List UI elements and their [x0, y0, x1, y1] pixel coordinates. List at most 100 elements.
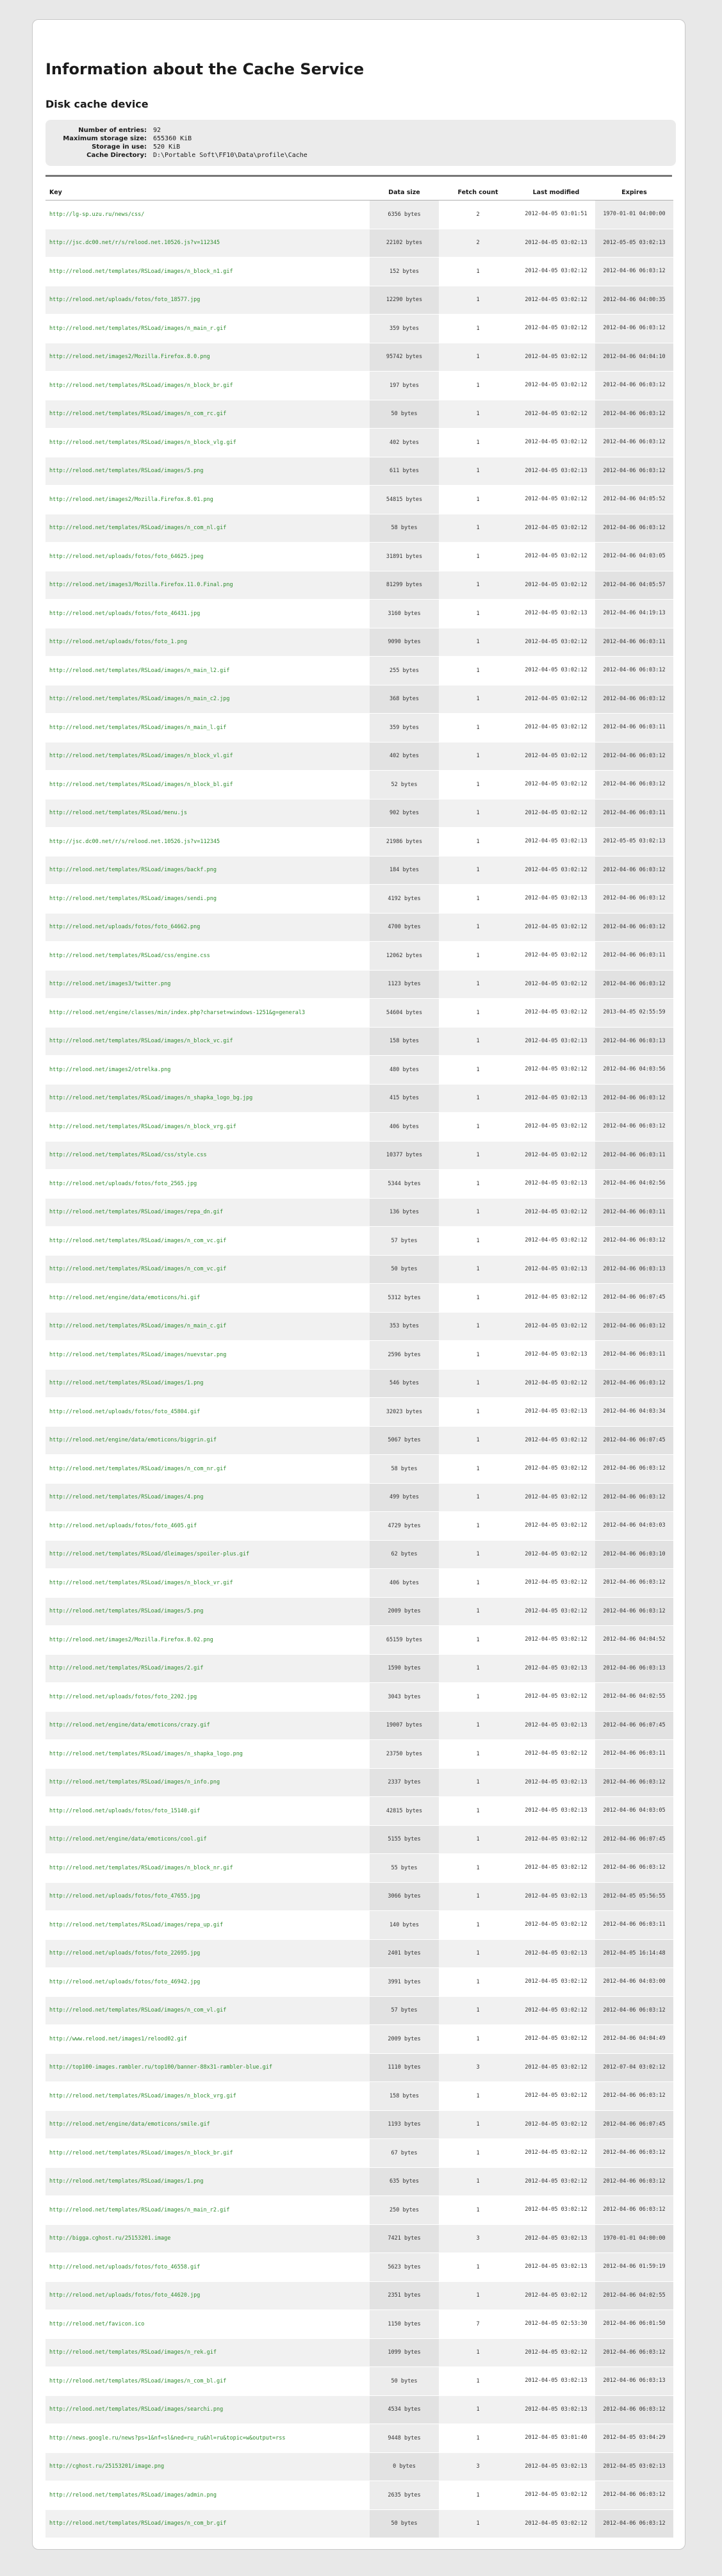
- table-row: http://relood.net/uploads/fotos/foto_446…: [45, 2281, 673, 2310]
- entry-key-link[interactable]: http://relood.net/templates/RSLoad/image…: [49, 268, 233, 275]
- entry-key-link[interactable]: http://relood.net/templates/RSLoad/image…: [49, 1608, 204, 1614]
- entry-key-link[interactable]: http://relood.net/templates/RSLoad/image…: [49, 725, 226, 731]
- entry-key-link[interactable]: http://relood.net/templates/RSLoad/menu.…: [49, 810, 187, 816]
- entry-key-link[interactable]: http://relood.net/templates/RSLoad/image…: [49, 1751, 243, 1757]
- entry-key-link[interactable]: http://relood.net/templates/RSLoad/image…: [49, 668, 229, 674]
- entry-key-link[interactable]: http://relood.net/uploads/fotos/foto_460…: [49, 1523, 197, 1529]
- entry-key-link[interactable]: http://relood.net/templates/RSLoad/image…: [49, 782, 233, 788]
- entry-key-link[interactable]: http://jsc.dc00.net/r/s/relood.net.10526…: [49, 839, 220, 845]
- entry-key-link[interactable]: http://relood.net/uploads/fotos/foto_458…: [49, 1409, 200, 1415]
- entry-key-link[interactable]: http://relood.net/templates/RSLoad/image…: [49, 1665, 204, 1671]
- entry-key-link[interactable]: http://relood.net/templates/RSLoad/image…: [49, 1095, 252, 1101]
- entry-key-link[interactable]: http://relood.net/templates/RSLoad/image…: [49, 2093, 236, 2099]
- entry-key-link[interactable]: http://relood.net/templates/RSLoad/image…: [49, 2007, 226, 2014]
- entry-key-link[interactable]: http://relood.net/templates/RSLoad/image…: [49, 2207, 229, 2213]
- entry-last-modified: 2012-04-05 03:02:12: [517, 371, 595, 400]
- entry-key-link[interactable]: http://relood.net/templates/RSLoad/image…: [49, 411, 226, 417]
- entry-key-cell: http://relood.net/templates/RSLoad/image…: [45, 1654, 370, 1683]
- entry-key-link[interactable]: http://relood.net/images2/Mozilla.Firefo…: [49, 1637, 213, 1643]
- entry-expires: 2012-04-06 06:03:12: [595, 770, 673, 800]
- entry-key-link[interactable]: http://relood.net/templates/RSLoad/css/s…: [49, 1152, 207, 1158]
- entry-key-link[interactable]: http://relood.net/templates/RSLoad/image…: [49, 1466, 226, 1472]
- entry-key-link[interactable]: http://relood.net/uploads/fotos/foto_465…: [49, 2264, 200, 2270]
- entry-key-link[interactable]: http://relood.net/uploads/fotos/foto_220…: [49, 1694, 197, 1700]
- entry-key-link[interactable]: http://relood.net/templates/RSLoad/image…: [49, 1209, 223, 1215]
- entry-key-link[interactable]: http://relood.net/uploads/fotos/foto_256…: [49, 1181, 197, 1187]
- entry-key-link[interactable]: http://relood.net/templates/RSLoad/image…: [49, 468, 204, 474]
- entry-key-link[interactable]: http://cghost.ru/25153201/image.png: [49, 2463, 164, 2470]
- entry-key-link[interactable]: http://top100-images.rambler.ru/top100/b…: [49, 2064, 272, 2071]
- entry-fetch-count: 1: [439, 400, 517, 429]
- entry-key-link[interactable]: http://relood.net/templates/RSLoad/image…: [49, 2178, 204, 2185]
- table-row: http://relood.net/templates/RSLoad/image…: [45, 656, 673, 685]
- entry-size: 611 bytes: [370, 457, 439, 486]
- entry-key-link[interactable]: http://relood.net/templates/RSLoad/image…: [49, 1323, 226, 1329]
- entry-key-link[interactable]: http://relood.net/images2/Mozilla.Firefo…: [49, 354, 210, 360]
- entry-key-link[interactable]: http://relood.net/templates/RSLoad/image…: [49, 382, 233, 389]
- entry-key-link[interactable]: http://bigga.cghost.ru/25153201.image: [49, 2235, 170, 2242]
- entry-key-link[interactable]: http://relood.net/templates/RSLoad/image…: [49, 1038, 233, 1044]
- entry-key-link[interactable]: http://relood.net/templates/RSLoad/image…: [49, 1779, 220, 1785]
- entry-key-link[interactable]: http://relood.net/templates/RSLoad/dleim…: [49, 1551, 249, 1557]
- entry-key-link[interactable]: http://relood.net/uploads/fotos/foto_646…: [49, 554, 204, 560]
- entry-key-link[interactable]: http://relood.net/uploads/fotos/foto_476…: [49, 1893, 200, 1899]
- entry-key-link[interactable]: http://relood.net/templates/RSLoad/image…: [49, 1124, 236, 1130]
- entry-key-link[interactable]: http://relood.net/uploads/fotos/foto_1.p…: [49, 639, 187, 645]
- entry-key-link[interactable]: http://news.google.ru/news?ps=1&nf=sl&ne…: [49, 2435, 285, 2441]
- entry-key-cell: http://relood.net/templates/RSLoad/dleim…: [45, 1540, 370, 1569]
- col-header-size: Data size: [370, 185, 439, 201]
- entry-key-link[interactable]: http://relood.net/engine/data/emoticons/…: [49, 1295, 200, 1301]
- entry-key-link[interactable]: http://relood.net/templates/RSLoad/image…: [49, 867, 217, 873]
- entry-key-link[interactable]: http://relood.net/templates/RSLoad/image…: [49, 1922, 223, 1928]
- entry-size: 1590 bytes: [370, 1654, 439, 1683]
- entry-expires: 2012-04-06 06:03:12: [595, 2081, 673, 2111]
- entry-key-link[interactable]: http://relood.net/uploads/fotos/foto_185…: [49, 297, 200, 303]
- entry-key-link[interactable]: http://relood.net/templates/RSLoad/image…: [49, 325, 226, 332]
- entry-key-link[interactable]: http://relood.net/images3/twitter.png: [49, 981, 170, 987]
- entry-key-link[interactable]: http://relood.net/templates/RSLoad/image…: [49, 896, 217, 902]
- entry-key-link[interactable]: http://relood.net/templates/RSLoad/image…: [49, 1494, 204, 1500]
- entry-key-link[interactable]: http://relood.net/templates/RSLoad/image…: [49, 2520, 226, 2527]
- entry-key-link[interactable]: http://relood.net/templates/RSLoad/image…: [49, 1380, 204, 1386]
- entry-key-link[interactable]: http://relood.net/uploads/fotos/foto_646…: [49, 924, 200, 930]
- entry-key-link[interactable]: http://relood.net/templates/RSLoad/css/e…: [49, 953, 210, 959]
- entry-key-link[interactable]: http://relood.net/templates/RSLoad/image…: [49, 2406, 223, 2413]
- entry-key-link[interactable]: http://jsc.dc00.net/r/s/relood.net.10526…: [49, 240, 220, 246]
- entry-key-link[interactable]: http://relood.net/templates/RSLoad/image…: [49, 1352, 226, 1358]
- entry-key-link[interactable]: http://relood.net/templates/RSLoad/image…: [49, 2492, 217, 2498]
- entry-key-link[interactable]: http://relood.net/engine/data/emoticons/…: [49, 2121, 210, 2128]
- entry-key-link[interactable]: http://relood.net/templates/RSLoad/image…: [49, 439, 236, 446]
- entry-key-link[interactable]: http://relood.net/templates/RSLoad/image…: [49, 1865, 233, 1871]
- entry-key-link[interactable]: http://lg-sp.uzu.ru/news/css/: [49, 211, 144, 218]
- entry-key-link[interactable]: http://relood.net/templates/RSLoad/image…: [49, 696, 229, 702]
- entry-key-link[interactable]: http://relood.net/templates/RSLoad/image…: [49, 2150, 233, 2156]
- entry-key-link[interactable]: http://relood.net/uploads/fotos/foto_464…: [49, 611, 200, 617]
- entry-key-link[interactable]: http://relood.net/engine/classes/min/ind…: [49, 1010, 305, 1016]
- entry-key-link[interactable]: http://relood.net/images3/Mozilla.Firefo…: [49, 582, 233, 588]
- entry-key-link[interactable]: http://relood.net/engine/data/emoticons/…: [49, 1722, 210, 1728]
- entry-expires: 2012-04-06 04:02:55: [595, 1682, 673, 1712]
- entry-last-modified: 2012-04-05 03:02:12: [517, 2024, 595, 2054]
- entry-key-link[interactable]: http://www.relood.net/images1/relood02.g…: [49, 2036, 187, 2042]
- entry-last-modified: 2012-04-05 03:02:12: [517, 628, 595, 657]
- entry-key-link[interactable]: http://relood.net/images2/otrelka.png: [49, 1067, 170, 1073]
- entry-size: 21986 bytes: [370, 827, 439, 857]
- entry-key-link[interactable]: http://relood.net/engine/data/emoticons/…: [49, 1437, 217, 1443]
- entry-key-link[interactable]: http://relood.net/templates/RSLoad/image…: [49, 1238, 226, 1244]
- entry-key-link[interactable]: http://relood.net/templates/RSLoad/image…: [49, 753, 233, 759]
- entry-key-cell: http://relood.net/uploads/fotos/foto_465…: [45, 2252, 370, 2282]
- entry-key-link[interactable]: http://relood.net/images2/Mozilla.Firefo…: [49, 496, 213, 503]
- entry-key-link[interactable]: http://relood.net/favicon.ico: [49, 2321, 144, 2327]
- entry-key-link[interactable]: http://relood.net/templates/RSLoad/image…: [49, 1580, 233, 1586]
- entry-key-link[interactable]: http://relood.net/templates/RSLoad/image…: [49, 2349, 217, 2356]
- entry-key-link[interactable]: http://relood.net/templates/RSLoad/image…: [49, 525, 226, 531]
- entry-fetch-count: 1: [439, 1910, 517, 1940]
- entry-key-link[interactable]: http://relood.net/uploads/fotos/foto_469…: [49, 1979, 200, 1985]
- entry-key-link[interactable]: http://relood.net/uploads/fotos/foto_226…: [49, 1950, 200, 1957]
- entry-key-link[interactable]: http://relood.net/engine/data/emoticons/…: [49, 1836, 207, 1842]
- entry-key-link[interactable]: http://relood.net/templates/RSLoad/image…: [49, 1266, 226, 1272]
- entry-key-link[interactable]: http://relood.net/uploads/fotos/foto_151…: [49, 1808, 200, 1814]
- entry-key-cell: http://relood.net/images3/Mozilla.Firefo…: [45, 571, 370, 600]
- entry-key-link[interactable]: http://relood.net/templates/RSLoad/image…: [49, 2378, 226, 2384]
- entry-key-link[interactable]: http://relood.net/uploads/fotos/foto_446…: [49, 2292, 200, 2299]
